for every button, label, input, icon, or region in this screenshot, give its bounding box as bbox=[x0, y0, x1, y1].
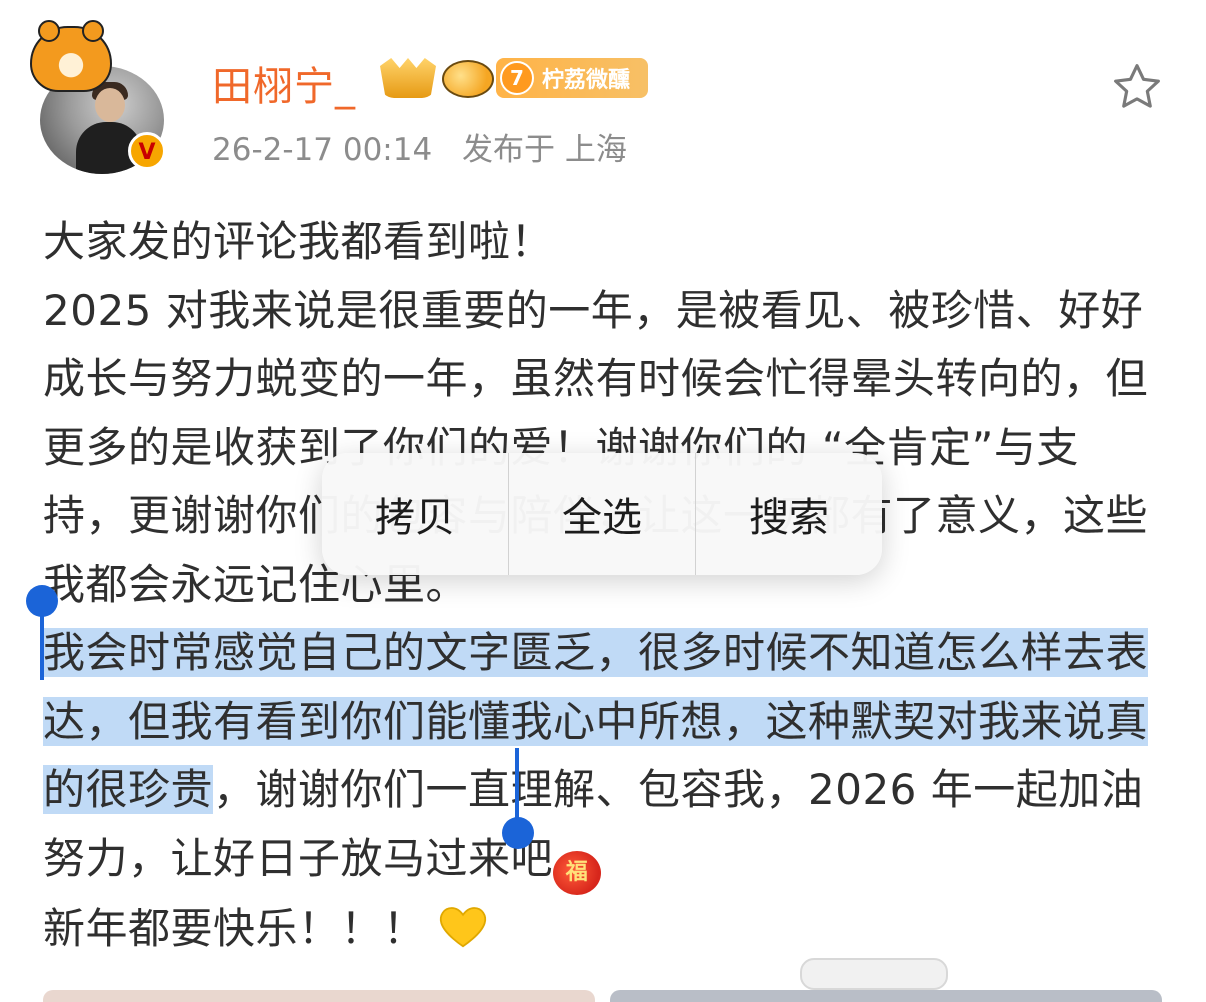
fan-level-badge[interactable]: 7 柠荔微醺 bbox=[496, 58, 648, 98]
select-all-button[interactable]: 全选 bbox=[508, 453, 695, 575]
post-timestamp: 26-2-17 00:14 bbox=[212, 132, 433, 168]
scroll-indicator bbox=[800, 958, 948, 990]
selection-end-bar bbox=[515, 748, 519, 820]
image-thumbnail[interactable] bbox=[610, 990, 1162, 1002]
fish-badge-icon[interactable] bbox=[442, 60, 494, 98]
tiger-pendant-icon bbox=[30, 20, 112, 92]
post-meta: 26-2-17 00:14 发布于 上海 bbox=[212, 124, 627, 169]
post-paragraph: 我会时常感觉自己的文字匮乏，很多时候不知道怎么样去表达，但我有看到你们能懂我心中… bbox=[43, 619, 1153, 895]
post-text[interactable]: 大家发的评论我都看到啦！ 2025 对我来说是很重要的一年，是被看见、被珍惜、好… bbox=[43, 208, 1153, 963]
post-paragraph: 新年都要快乐！！！ bbox=[43, 895, 1153, 964]
username[interactable]: 田栩宁_ bbox=[212, 54, 356, 112]
level-number: 7 bbox=[500, 61, 534, 95]
crown-badge-icon[interactable] bbox=[380, 58, 436, 98]
image-thumbnail[interactable] bbox=[43, 990, 595, 1002]
text-context-menu: 拷贝 全选 搜索 bbox=[322, 453, 882, 575]
verified-badge: V bbox=[128, 132, 166, 170]
search-button[interactable]: 搜索 bbox=[695, 453, 882, 575]
level-label: 柠荔微醺 bbox=[542, 68, 631, 93]
post-paragraph: 大家发的评论我都看到啦！ bbox=[43, 217, 554, 266]
avatar-face bbox=[95, 88, 125, 122]
post-location: 发布于 上海 bbox=[462, 132, 627, 168]
copy-button[interactable]: 拷贝 bbox=[322, 453, 508, 575]
yellow-heart-icon bbox=[439, 906, 486, 947]
favorite-star-icon[interactable] bbox=[1110, 60, 1164, 114]
post-last-line: 新年都要快乐！！！ bbox=[43, 903, 426, 953]
fu-emoji-icon: 福 bbox=[553, 850, 602, 895]
selection-start-bar bbox=[40, 612, 44, 680]
selection-end-handle[interactable] bbox=[502, 817, 534, 849]
